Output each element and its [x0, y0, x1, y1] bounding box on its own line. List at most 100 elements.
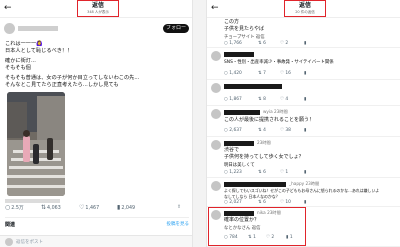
reply-action[interactable]: ○2.5万	[5, 203, 24, 213]
reply-item[interactable]: この方 子供を見たらやば チョープサイト 返信 ○ 1,766 ⇅ 6 ♡ 2 …	[207, 18, 400, 48]
reply-actions: ○ 1,223 ⇅ 6 ♡ 1 ▮	[224, 169, 394, 177]
reply-action[interactable]: ○ 1,766	[224, 40, 242, 48]
post-actions: ○2.5万 ⇅4,063 ♡1,467 ▮2,049 ⇧	[5, 203, 189, 212]
reply-meta: 23時間	[257, 140, 271, 145]
reply-action[interactable]: ○ 2,027	[224, 199, 242, 207]
reply-icon: ○	[5, 204, 11, 211]
like-action[interactable]: ♡1,467	[79, 203, 99, 213]
retweet-icon: ⇅	[41, 204, 47, 211]
retweet-icon: ⇅	[258, 128, 262, 133]
reply-item[interactable]: ○ 1,867 ⇅ 8 ♡ 4 ▮	[207, 81, 400, 106]
retweet-icon: ⇅	[258, 71, 262, 76]
retweet-icon: ⇅	[258, 200, 262, 205]
reply-icon: ○	[224, 71, 228, 76]
retweet-icon: ⇅	[258, 41, 262, 46]
retweet-action[interactable]: ⇅ 6	[258, 199, 266, 207]
heart-icon: ♡	[79, 204, 85, 211]
reply-actions: ○ 2,027 ⇅ 6 ♡ 10 ▮	[224, 199, 394, 207]
retweet-action[interactable]: ⇅ 8	[258, 96, 266, 104]
retweet-action[interactable]: ⇅ 4	[258, 127, 266, 135]
top-bar: ← 返信 348 人が表示	[0, 0, 192, 18]
share-icon[interactable]: ⇧	[177, 203, 181, 212]
views-action[interactable]: ▮	[304, 127, 306, 135]
reply-action[interactable]: ○ 2,637	[224, 127, 242, 135]
reply-meta: wyia 23時間	[263, 109, 288, 114]
heart-icon: ♡	[280, 200, 284, 205]
chart-icon: ▮	[304, 71, 307, 76]
retweet-action[interactable]: ⇅4,063	[41, 203, 61, 213]
reply-actions: ○ 1,420 ⇅ 7 ♡ 16 ▮	[224, 70, 394, 78]
reply-icon: ○	[224, 97, 228, 102]
views-action[interactable]: ▮	[304, 40, 306, 48]
reply-highlight	[208, 207, 306, 246]
chart-icon: ▮	[304, 200, 307, 205]
page-subtitle: 348 人が表示	[87, 10, 109, 14]
avatar[interactable]	[211, 109, 221, 119]
retweet-action[interactable]: ⇅ 7	[258, 70, 266, 78]
views-action[interactable]: ▮	[304, 199, 306, 207]
reply-icon: ○	[224, 200, 228, 205]
reply-text: 明日は美しくて	[224, 163, 255, 168]
chart-icon: ▮	[117, 204, 121, 211]
redacted-name	[224, 110, 260, 115]
back-arrow-icon[interactable]: ←	[211, 3, 219, 13]
views-action[interactable]: ▮	[304, 96, 306, 104]
reply-action[interactable]: ○ 1,420	[224, 70, 242, 78]
reply-text: SNS・性別・出産率減少・事故発・サイテイバート関係	[224, 60, 334, 65]
redacted-name	[224, 84, 282, 89]
reply-action[interactable]: ○ 1,867	[224, 96, 242, 104]
avatar[interactable]	[211, 140, 221, 150]
post-photo[interactable]	[7, 92, 65, 196]
avatar[interactable]	[211, 181, 221, 191]
like-action[interactable]: ♡ 4	[280, 96, 288, 104]
post-panel: ← 返信 348 人が表示 フォロー これは一一一🙆‍♀️ 日本人として恥じるべ…	[0, 0, 193, 247]
related-title: 関連	[5, 222, 16, 228]
heart-icon: ♡	[280, 41, 284, 46]
reply-item[interactable]: wyia 23時間 この人が最後に提携されることを願う！ ○ 2,637 ⇅ 4…	[207, 107, 400, 137]
like-action[interactable]: ♡ 16	[280, 70, 291, 78]
reply-actions: ○ 1,867 ⇅ 8 ♡ 4 ▮	[224, 96, 394, 104]
like-action[interactable]: ♡ 10	[280, 199, 291, 207]
post-line: 確かに街灯...	[5, 58, 36, 64]
avatar	[5, 238, 13, 246]
post-line: そもそも個	[5, 65, 31, 71]
retweet-action[interactable]: ⇅ 6	[258, 40, 266, 48]
reply-icon: ○	[224, 170, 228, 175]
reply-composer[interactable]: 返信をポスト	[0, 235, 192, 247]
like-action[interactable]: ♡ 2	[280, 40, 288, 48]
redacted-author-name	[18, 26, 58, 31]
views-action[interactable]: ▮	[304, 70, 306, 78]
avatar[interactable]	[211, 51, 221, 61]
chart-icon: ▮	[304, 128, 307, 133]
page-title: 返信	[298, 2, 311, 9]
related-link[interactable]: 投稿を見る	[167, 221, 190, 227]
reply-item[interactable]: 23時間 渋谷で 子供何を持ってして歩く女でしょ？ 明日は美しくて ○ 1,22…	[207, 138, 400, 178]
top-bar: ← 返信 20 件の返信	[207, 0, 400, 18]
avatar[interactable]	[211, 83, 221, 93]
heart-icon: ♡	[280, 97, 284, 102]
reply-text: 子供何を持ってして歩く女でしょ？	[224, 154, 304, 160]
post-line: そもそも普通は、女の子が何か目立ってしないわこの先...	[5, 75, 140, 81]
page-subtitle: 20 件の返信	[295, 10, 315, 14]
title-highlight: 返信 348 人が表示	[77, 0, 119, 17]
reply-item[interactable]: SNS・性別・出産率減少・事故発・サイテイバート関係 ○ 1,420 ⇅ 7 ♡…	[207, 49, 400, 80]
like-action[interactable]: ♡ 1	[280, 169, 288, 177]
retweet-action[interactable]: ⇅ 6	[258, 169, 266, 177]
views-action[interactable]: ▮	[304, 169, 306, 177]
retweet-icon: ⇅	[258, 170, 262, 175]
back-arrow-icon[interactable]: ←	[4, 3, 12, 13]
like-action[interactable]: ♡ 38	[280, 127, 291, 135]
replies-panel: ← 返信 20 件の返信 この方 子供を見たらやば チョープサイト 返信 ○ 1…	[206, 0, 400, 247]
chart-icon: ▮	[304, 170, 307, 175]
post-text: これは一一一🙆‍♀️ 日本人として恥じるべき！！ 確かに街灯... そもそも個 …	[5, 41, 185, 89]
related-section: 関連 投稿を見る	[5, 217, 190, 228]
reply-action[interactable]: ○ 1,223	[224, 169, 242, 177]
views-action[interactable]: ▮2,049	[117, 203, 135, 213]
page-title: 返信	[91, 2, 104, 9]
heart-icon: ♡	[280, 170, 284, 175]
reply-item[interactable]: _happy 23時間 よく探してもいスゴいね！せがこの子どももお母さんに怒られ…	[207, 179, 400, 207]
post-line: そんなとこ見てたら正直考えたら...しかし見ても	[5, 82, 119, 88]
retweet-icon: ⇅	[258, 97, 262, 102]
avatar[interactable]	[4, 23, 15, 34]
follow-button[interactable]: フォロー	[163, 24, 189, 33]
